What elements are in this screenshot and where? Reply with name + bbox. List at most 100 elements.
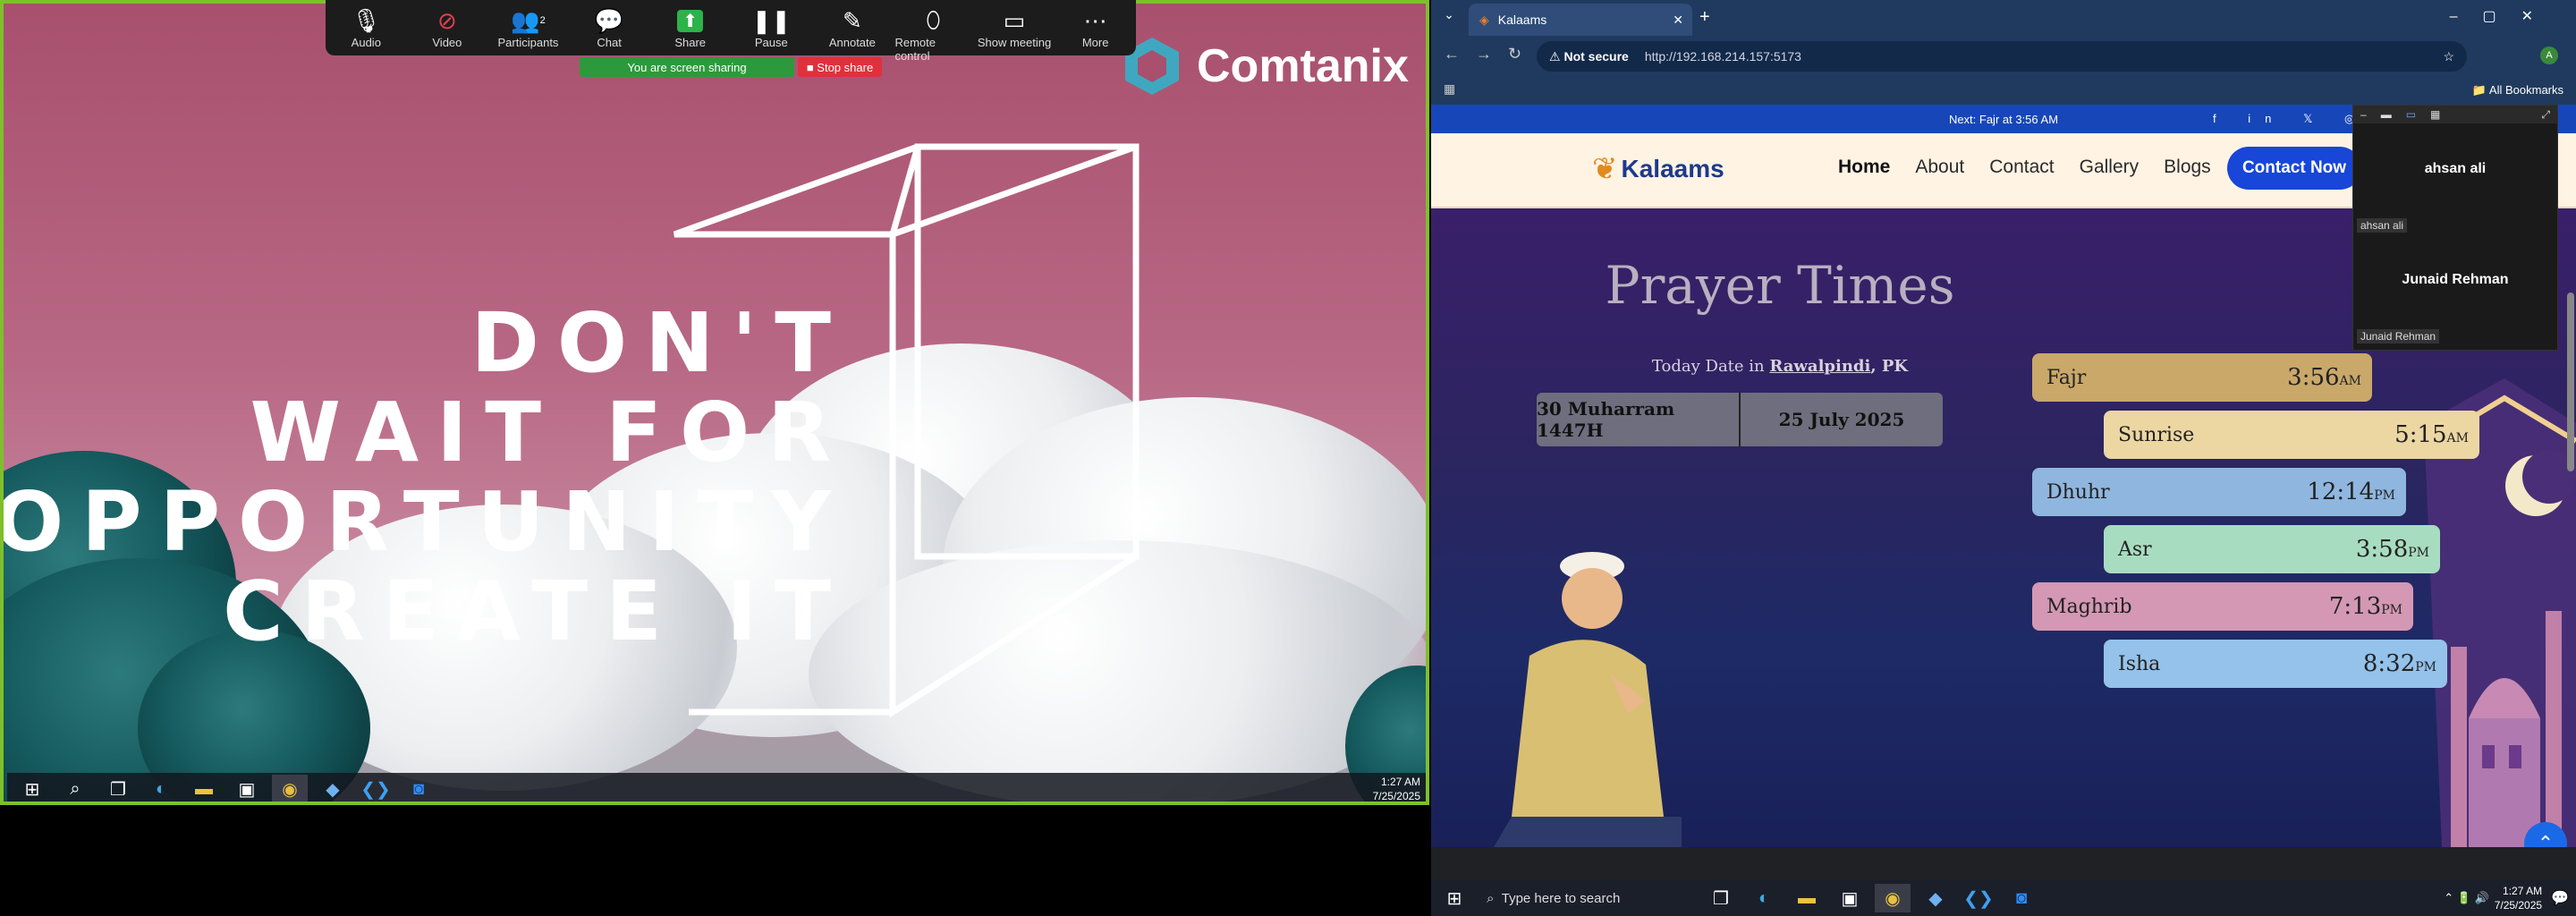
- toolbar-label: Audio: [351, 36, 381, 49]
- new-tab-icon[interactable]: +: [1699, 7, 1710, 28]
- address-bar[interactable]: ⚠ Not secure http://192.168.214.157:5173…: [1537, 41, 2467, 72]
- vscode-icon[interactable]: ❮❯: [1961, 884, 1996, 912]
- favicon-icon: ◈: [1479, 12, 1489, 27]
- store-icon[interactable]: ▣: [1832, 884, 1868, 912]
- security-label: Not secure: [1563, 49, 1629, 64]
- profile-initial: A: [2546, 50, 2553, 61]
- clock: 1:27 AM 7/25/2025: [1373, 775, 1420, 802]
- prayer-times-title: Prayer Times: [1605, 255, 1955, 316]
- file-explorer-icon[interactable]: ▬: [1789, 884, 1825, 912]
- apps-grid-icon[interactable]: ▦: [1444, 81, 1455, 97]
- pause-icon: ❚❚: [751, 6, 792, 34]
- search-icon[interactable]: ⌕: [57, 775, 93, 802]
- toolbar-label: Show meeting: [977, 36, 1052, 49]
- nav-about[interactable]: About: [1915, 157, 1964, 178]
- today-prefix: Today Date in: [1651, 357, 1765, 376]
- notification-icon[interactable]: 💬: [2551, 889, 2569, 907]
- prayer-row-dhuhr: Dhuhr 12:14PM: [2032, 468, 2406, 516]
- audio-button[interactable]: 🎙 Audio: [327, 5, 404, 50]
- store-icon[interactable]: ▣: [229, 775, 265, 802]
- tray-icons[interactable]: ⌃ 🔋 🔊: [2444, 891, 2489, 905]
- prayer-time-value: 3:58: [2355, 536, 2409, 563]
- remote-control-icon: ⬯: [926, 6, 941, 33]
- taskbar-search[interactable]: ⌕ Type here to search: [1479, 883, 1667, 913]
- bookmark-star-icon[interactable]: ☆: [2443, 49, 2454, 64]
- share-button[interactable]: ⬆ Share: [652, 5, 729, 49]
- participants-button[interactable]: 👥 2 Participants: [489, 5, 566, 50]
- brand-logo: Comtanix: [1120, 34, 1409, 98]
- prayer-time-value: 5:15: [2394, 421, 2447, 448]
- contact-now-button[interactable]: Contact Now: [2227, 147, 2361, 190]
- gregorian-date: 25 July 2025: [1778, 409, 1905, 430]
- prayer-name: Maghrib: [2046, 595, 2132, 618]
- task-view-icon[interactable]: ❐: [1703, 884, 1739, 912]
- start-icon[interactable]: ⊞: [1436, 884, 1472, 912]
- prayer-name: Sunrise: [2118, 423, 2195, 446]
- sharing-text: You are screen sharing: [627, 60, 747, 74]
- task-view-icon[interactable]: ❐: [100, 775, 136, 802]
- quote-line: DON'T: [470, 295, 849, 391]
- show-meeting-icon: ▭: [1003, 6, 1026, 34]
- zoom-icon[interactable]: ◙: [2004, 884, 2039, 912]
- prayer-time: 8:32PM: [2363, 650, 2436, 677]
- nav-buttons[interactable]: ←→↻: [1444, 45, 1538, 64]
- window-controls[interactable]: –▢✕: [2450, 7, 2558, 25]
- show-meeting-button[interactable]: ▭ Show meeting: [976, 5, 1053, 50]
- site-logo[interactable]: ❦ Kalaams: [1592, 151, 1724, 187]
- tab-search-icon[interactable]: ⌄: [1438, 7, 1460, 29]
- tab-kalaams[interactable]: ◈ Kalaams ✕: [1469, 4, 1692, 36]
- search-icon: ⌕: [1487, 890, 1495, 906]
- toolbar-label: Chat: [597, 36, 622, 49]
- prayer-time-value: 7:13: [2328, 593, 2382, 620]
- app-icon[interactable]: ◆: [315, 775, 351, 802]
- prayer-row-isha: Isha 8:32PM: [2104, 640, 2447, 688]
- brand-name: Comtanix: [1197, 40, 1409, 92]
- chrome-icon[interactable]: ◉: [272, 775, 308, 802]
- profile-avatar[interactable]: A: [2540, 47, 2558, 64]
- file-explorer-icon[interactable]: ▬: [186, 775, 222, 802]
- video-off-icon: ⊘: [436, 6, 457, 34]
- video-button[interactable]: ⊘ Video: [409, 5, 486, 50]
- stop-share-label: Stop share: [817, 60, 874, 74]
- country-text: , PK: [1870, 357, 1909, 376]
- chat-icon: 💬: [594, 6, 624, 34]
- time-text: 1:27 AM: [2503, 885, 2543, 897]
- praying-figure-graphic: [1494, 552, 1682, 847]
- nav-contact[interactable]: Contact: [1989, 157, 2054, 178]
- city-link[interactable]: Rawalpindi: [1769, 357, 1870, 376]
- more-button[interactable]: ⋯ More: [1057, 5, 1134, 50]
- annotate-button[interactable]: ✎ Annotate: [814, 5, 891, 50]
- search-placeholder: Type here to search: [1501, 890, 1621, 906]
- prayer-name: Dhuhr: [2046, 480, 2110, 504]
- vscode-icon[interactable]: ❮❯: [358, 775, 394, 802]
- participant-name: ahsan ali: [2424, 161, 2487, 176]
- chat-button[interactable]: 💬 Chat: [571, 5, 648, 50]
- participant-count: 2: [539, 15, 546, 26]
- all-bookmarks-button[interactable]: 📁 All Bookmarks: [2472, 83, 2563, 98]
- remote-control-button[interactable]: ⬯ Remote control: [894, 5, 971, 63]
- prayer-name: Isha: [2118, 652, 2161, 675]
- close-tab-icon[interactable]: ✕: [1673, 13, 1683, 28]
- more-icon: ⋯: [1083, 6, 1107, 34]
- edge-icon[interactable]: ◐: [1746, 884, 1782, 912]
- nav-gallery[interactable]: Gallery: [2080, 157, 2140, 178]
- panel-controls[interactable]: – ▬ ▭ ▦ ⤢: [2353, 106, 2557, 123]
- stop-share-button[interactable]: ■ Stop share: [798, 57, 882, 77]
- prayer-time: 7:13PM: [2329, 593, 2402, 620]
- pause-button[interactable]: ❚❚ Pause: [733, 5, 809, 50]
- start-icon[interactable]: ⊞: [14, 775, 50, 802]
- prayer-time-value: 3:56: [2287, 364, 2340, 391]
- app-icon[interactable]: ◆: [1918, 884, 1953, 912]
- participants-panel: – ▬ ▭ ▦ ⤢ ahsan ali ahsan ali Junaid Rehman …: [2352, 105, 2558, 351]
- toolbar-label: Participants: [497, 36, 559, 49]
- browser-window: ⌄ ◈ Kalaams ✕ + –▢✕ ←→↻ ⚠ Not secure htt…: [1431, 0, 2576, 916]
- screen-sharing-banner: You are screen sharing: [580, 57, 794, 77]
- toolbar-label: Annotate: [828, 36, 876, 49]
- chrome-icon[interactable]: ◉: [1875, 884, 1911, 912]
- edge-icon[interactable]: ◐: [143, 775, 179, 802]
- zoom-icon[interactable]: ◙: [401, 775, 436, 802]
- scrollbar-thumb[interactable]: [2567, 293, 2574, 471]
- contact-now-label: Contact Now: [2241, 158, 2347, 177]
- nav-home[interactable]: Home: [1838, 157, 1890, 178]
- nav-blogs[interactable]: Blogs: [2164, 157, 2211, 178]
